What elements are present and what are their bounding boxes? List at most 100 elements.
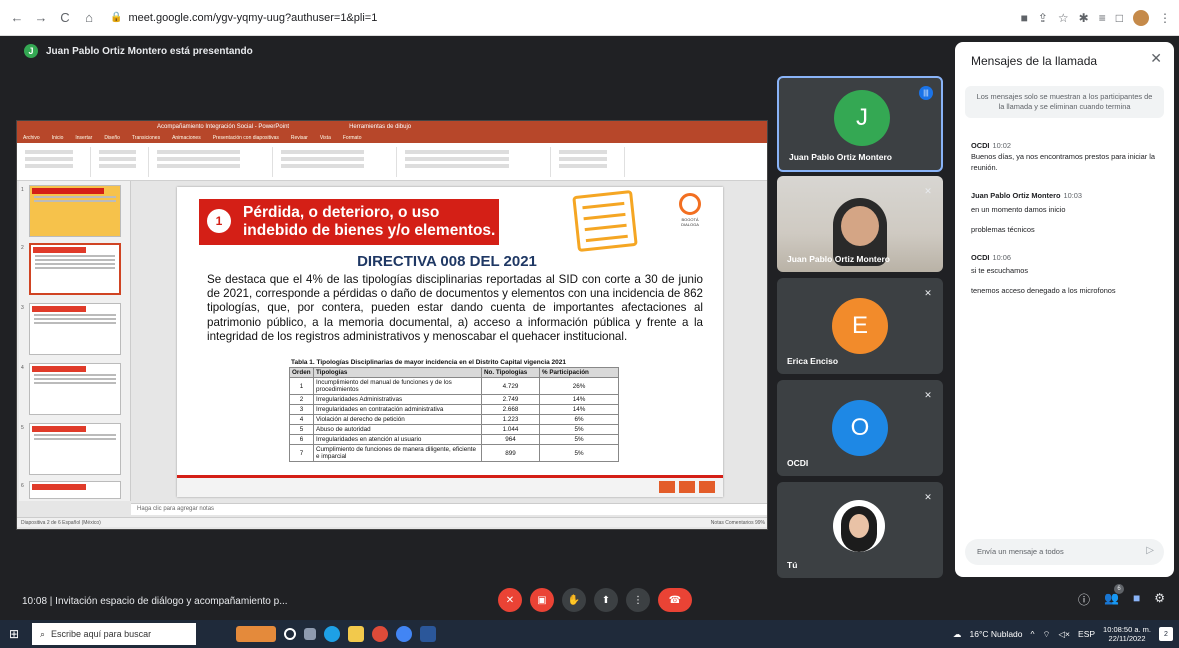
participant-name: Juan Pablo Ortiz Montero <box>789 152 892 162</box>
profile-avatar[interactable] <box>1133 9 1149 26</box>
forward-arrow-icon[interactable]: → <box>32 9 50 27</box>
star-icon[interactable]: ☆ <box>1058 11 1069 25</box>
weather-text[interactable]: 16°C Nublado <box>969 629 1022 639</box>
browser-menu-icon[interactable]: ⋮ <box>1159 11 1171 25</box>
taskbar-search[interactable]: ⌕ Escribe aquí para buscar <box>32 623 196 645</box>
participant-tile[interactable]: O ✕ OCDI <box>777 380 943 476</box>
table-cell: Irregularidades Administrativas <box>313 394 482 405</box>
windows-taskbar: ⊞ ⌕ Escribe aquí para buscar ☁ 16°C Nubl… <box>0 620 1179 648</box>
chrome-profile-icon[interactable] <box>396 626 412 642</box>
message-sender: Juan Pablo Ortiz Montero <box>971 191 1061 200</box>
browser-actions: ■ ⇪ ☆ ✱ ≡ □ ⋮ <box>1021 9 1171 26</box>
extensions-icon[interactable]: ✱ <box>1079 11 1089 25</box>
self-avatar <box>833 500 885 552</box>
weather-icon: ☁ <box>952 628 962 639</box>
task-view-icon[interactable] <box>304 628 316 640</box>
current-slide: 1 Pérdida, o deterioro, o uso indebido d… <box>177 187 723 497</box>
thumb-number: 3 <box>21 305 24 311</box>
browser-toolbar: ← → C ⌂ 🔒 meet.google.com/ygv-yqmy-uug?a… <box>0 0 1179 36</box>
status-left: Diapositiva 2 de 6 Español (México) <box>21 520 101 526</box>
table-row: 1 Incumplimiento del manual de funciones … <box>289 377 619 395</box>
back-arrow-icon[interactable]: ← <box>8 9 26 27</box>
slide-thumbnail[interactable] <box>29 303 121 355</box>
table-cell: 3 <box>289 404 314 415</box>
volume-icon[interactable]: ◁× <box>1059 629 1071 640</box>
self-tile[interactable]: ✕ Tú <box>777 482 943 578</box>
file-explorer-icon[interactable] <box>348 626 364 642</box>
ppt-tab: Diseño <box>104 135 120 141</box>
ribbon-group-slides <box>95 147 149 177</box>
ppt-ribbon-tabs: Archivo Inicio Insertar Diseño Transicio… <box>17 133 767 143</box>
mic-off-button[interactable]: ✕ <box>498 588 522 612</box>
info-icon[interactable]: ⓘ <box>1078 591 1090 608</box>
slide-thumbnails: 1 2 3 4 5 6 <box>19 181 131 501</box>
camera-icon[interactable]: ■ <box>1021 11 1028 25</box>
more-options-button[interactable]: ⋮ <box>626 588 650 612</box>
call-controls: ✕ ▣ ✋ ⬆ ⋮ ☎ <box>498 588 692 612</box>
participant-name: Juan Pablo Ortiz Montero <box>787 254 890 264</box>
raise-hand-button[interactable]: ✋ <box>562 588 586 612</box>
table-cell: 964 <box>481 434 540 445</box>
close-icon[interactable]: ✕ <box>1150 50 1162 67</box>
slide-thumbnail[interactable] <box>29 185 121 237</box>
ppt-tab: Archivo <box>23 135 40 141</box>
table-header-cell: % Participación <box>539 367 619 378</box>
participant-tile[interactable]: J ||| Juan Pablo Ortiz Montero <box>777 76 943 172</box>
document-pencil-icon <box>572 190 638 252</box>
news-widget-icon[interactable] <box>236 626 276 642</box>
participant-tile-video[interactable]: ✕ Juan Pablo Ortiz Montero <box>777 176 943 272</box>
slide-header-text: Pérdida, o deterioro, o uso indebido de … <box>243 204 496 239</box>
share-icon[interactable]: ⇪ <box>1038 11 1048 25</box>
edge-icon[interactable] <box>324 626 340 642</box>
logo-icon <box>699 481 715 493</box>
send-icon[interactable]: ▷ <box>1146 545 1154 556</box>
slide-thumbnail[interactable] <box>29 423 121 475</box>
ribbon-group-clipboard <box>21 147 91 177</box>
home-icon[interactable]: ⌂ <box>80 9 98 27</box>
clock-time: 10:08:50 a. m. <box>1103 625 1151 634</box>
message-time: 10:02 <box>992 141 1011 150</box>
network-icon[interactable]: ⌔ <box>1043 629 1051 640</box>
activities-icon[interactable]: ⚙ <box>1154 591 1165 608</box>
tray-arrow-icon[interactable]: ^ <box>1031 629 1035 639</box>
footer-logos <box>659 481 715 493</box>
address-bar[interactable]: 🔒 meet.google.com/ygv-yqmy-uug?authuser=… <box>110 6 470 30</box>
table-cell: 6% <box>539 414 619 425</box>
mic-off-icon: ✕ <box>924 491 932 502</box>
table-cell: 1.223 <box>481 414 540 425</box>
participant-video-face <box>841 206 879 246</box>
chat-input[interactable]: Envía un mensaje a todos ▷ <box>965 539 1164 565</box>
presenter-banner: J Juan Pablo Ortiz Montero está presenta… <box>24 44 253 58</box>
lock-icon: 🔒 <box>110 12 123 23</box>
ppt-tab: Presentación con diapositivas <box>212 135 279 141</box>
present-button[interactable]: ⬆ <box>594 588 618 612</box>
chrome-icon[interactable] <box>372 626 388 642</box>
participant-tile[interactable]: E ✕ Erica Enciso <box>777 278 943 374</box>
camera-off-button[interactable]: ▣ <box>530 588 554 612</box>
slide-thumbnail-active[interactable] <box>29 243 121 295</box>
leave-call-button[interactable]: ☎ <box>658 588 692 612</box>
language-indicator[interactable]: ESP <box>1078 629 1095 639</box>
table-cell: 2.668 <box>481 404 540 415</box>
mic-off-icon: ✕ <box>924 389 932 400</box>
notifications-icon[interactable]: 2 <box>1159 627 1173 641</box>
chat-notice: Los mensajes solo se muestran a los part… <box>965 86 1164 118</box>
thumb-number: 6 <box>21 483 24 489</box>
message-text: en un momento damos inicio <box>971 205 1066 214</box>
side-panel-icon[interactable]: □ <box>1116 11 1123 25</box>
ppt-tab: Transiciones <box>131 135 161 141</box>
word-icon[interactable] <box>420 626 436 642</box>
notes-pane[interactable]: Haga clic para agregar notas <box>131 503 767 515</box>
table-header-cell: Tipologías <box>313 367 482 378</box>
slide-thumbnail[interactable] <box>29 363 121 415</box>
seal-text: BOGOTÁ DIALOGA <box>681 217 699 227</box>
cortana-icon[interactable] <box>284 628 296 640</box>
reading-list-icon[interactable]: ≡ <box>1099 11 1106 25</box>
taskbar-clock[interactable]: 10:08:50 a. m. 22/11/2022 <box>1103 625 1151 643</box>
chat-icon[interactable]: ■ <box>1133 591 1140 608</box>
people-icon[interactable]: 👥 6 <box>1104 584 1124 608</box>
url-text: meet.google.com/ygv-yqmy-uug?authuser=1&… <box>128 11 378 24</box>
reload-icon[interactable]: C <box>56 9 74 27</box>
slide-thumbnail[interactable] <box>29 481 121 499</box>
windows-start-icon[interactable]: ⊞ <box>0 620 28 648</box>
